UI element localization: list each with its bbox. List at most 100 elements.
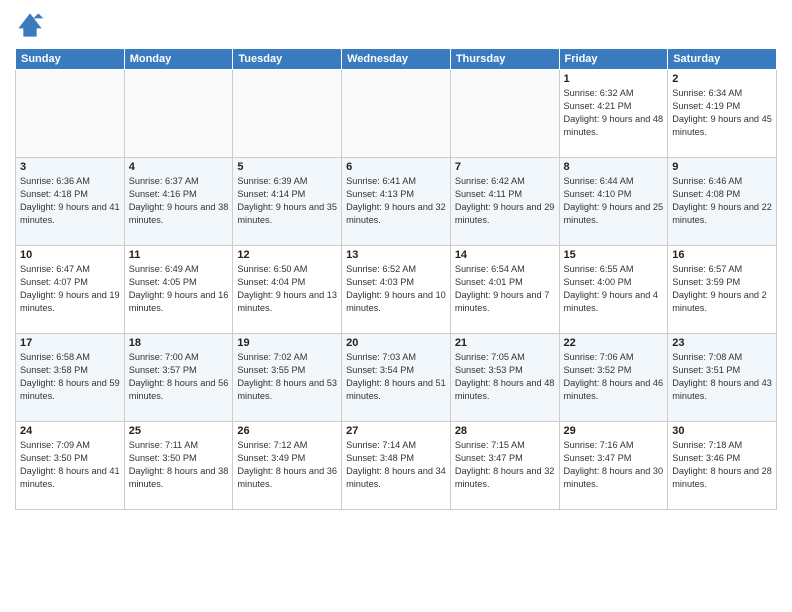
day-info: Sunrise: 7:03 AM Sunset: 3:54 PM Dayligh… — [346, 351, 446, 403]
day-number: 1 — [564, 73, 664, 85]
day-info: Sunrise: 7:05 AM Sunset: 3:53 PM Dayligh… — [455, 351, 555, 403]
week-row-3: 10 Sunrise: 6:47 AM Sunset: 4:07 PM Dayli… — [16, 246, 777, 334]
day-info: Sunrise: 6:37 AM Sunset: 4:16 PM Dayligh… — [129, 175, 229, 227]
weekday-wednesday: Wednesday — [342, 49, 451, 70]
calendar-cell: 18 Sunrise: 7:00 AM Sunset: 3:57 PM Dayli… — [124, 334, 233, 422]
calendar-cell: 27 Sunrise: 7:14 AM Sunset: 3:48 PM Dayli… — [342, 422, 451, 510]
day-number: 26 — [237, 425, 337, 437]
day-number: 8 — [564, 161, 664, 173]
weekday-header-row: SundayMondayTuesdayWednesdayThursdayFrid… — [16, 49, 777, 70]
day-info: Sunrise: 7:18 AM Sunset: 3:46 PM Dayligh… — [672, 439, 772, 491]
day-info: Sunrise: 6:46 AM Sunset: 4:08 PM Dayligh… — [672, 175, 772, 227]
calendar-cell: 9 Sunrise: 6:46 AM Sunset: 4:08 PM Daylig… — [668, 158, 777, 246]
day-info: Sunrise: 7:12 AM Sunset: 3:49 PM Dayligh… — [237, 439, 337, 491]
day-number: 21 — [455, 337, 555, 349]
calendar-cell — [342, 70, 451, 158]
day-number: 11 — [129, 249, 229, 261]
day-number: 15 — [564, 249, 664, 261]
day-number: 16 — [672, 249, 772, 261]
day-number: 18 — [129, 337, 229, 349]
calendar-cell: 20 Sunrise: 7:03 AM Sunset: 3:54 PM Dayli… — [342, 334, 451, 422]
calendar-cell: 19Sunrise: 7:02 AM Sunset: 3:55 PM Dayli… — [233, 334, 342, 422]
day-info: Sunrise: 6:36 AM Sunset: 4:18 PM Dayligh… — [20, 175, 120, 227]
calendar-cell: 5 Sunrise: 6:39 AM Sunset: 4:14 PM Daylig… — [233, 158, 342, 246]
calendar-cell: 16 Sunrise: 6:57 AM Sunset: 3:59 PM Dayli… — [668, 246, 777, 334]
day-number: 3 — [20, 161, 120, 173]
weekday-tuesday: Tuesday — [233, 49, 342, 70]
week-row-2: 3 Sunrise: 6:36 AM Sunset: 4:18 PM Daylig… — [16, 158, 777, 246]
day-number: 29 — [564, 425, 664, 437]
day-info: Sunrise: 6:39 AM Sunset: 4:14 PM Dayligh… — [237, 175, 337, 227]
day-info: Sunrise: 7:09 AM Sunset: 3:50 PM Dayligh… — [20, 439, 120, 491]
logo — [15, 10, 49, 40]
calendar-cell: 8 Sunrise: 6:44 AM Sunset: 4:10 PM Daylig… — [559, 158, 668, 246]
day-info: Sunrise: 6:42 AM Sunset: 4:11 PM Dayligh… — [455, 175, 555, 227]
day-number: 4 — [129, 161, 229, 173]
day-number: 27 — [346, 425, 446, 437]
day-info: Sunrise: 7:14 AM Sunset: 3:48 PM Dayligh… — [346, 439, 446, 491]
day-number: 23 — [672, 337, 772, 349]
calendar-cell: 22 Sunrise: 7:06 AM Sunset: 3:52 PM Dayli… — [559, 334, 668, 422]
day-number: 19 — [237, 337, 337, 349]
week-row-1: 1 Sunrise: 6:32 AM Sunset: 4:21 PM Daylig… — [16, 70, 777, 158]
calendar-cell: 1 Sunrise: 6:32 AM Sunset: 4:21 PM Daylig… — [559, 70, 668, 158]
day-info: Sunrise: 6:32 AM Sunset: 4:21 PM Dayligh… — [564, 87, 664, 139]
day-number: 10 — [20, 249, 120, 261]
calendar-cell — [450, 70, 559, 158]
day-info: Sunrise: 7:06 AM Sunset: 3:52 PM Dayligh… — [564, 351, 664, 403]
calendar-cell: 17 Sunrise: 6:58 AM Sunset: 3:58 PM Dayli… — [16, 334, 125, 422]
day-number: 9 — [672, 161, 772, 173]
calendar-cell: 30 Sunrise: 7:18 AM Sunset: 3:46 PM Dayli… — [668, 422, 777, 510]
weekday-monday: Monday — [124, 49, 233, 70]
calendar-cell: 25 Sunrise: 7:11 AM Sunset: 3:50 PM Dayli… — [124, 422, 233, 510]
day-info: Sunrise: 6:54 AM Sunset: 4:01 PM Dayligh… — [455, 263, 555, 315]
day-info: Sunrise: 6:58 AM Sunset: 3:58 PM Dayligh… — [20, 351, 120, 403]
day-number: 14 — [455, 249, 555, 261]
day-info: Sunrise: 7:08 AM Sunset: 3:51 PM Dayligh… — [672, 351, 772, 403]
calendar-cell: 6 Sunrise: 6:41 AM Sunset: 4:13 PM Daylig… — [342, 158, 451, 246]
calendar-cell: 11Sunrise: 6:49 AM Sunset: 4:05 PM Dayli… — [124, 246, 233, 334]
day-info: Sunrise: 6:34 AM Sunset: 4:19 PM Dayligh… — [672, 87, 772, 139]
calendar-cell: 14 Sunrise: 6:54 AM Sunset: 4:01 PM Dayli… — [450, 246, 559, 334]
logo-icon — [15, 10, 45, 40]
day-number: 6 — [346, 161, 446, 173]
day-info: Sunrise: 7:00 AM Sunset: 3:57 PM Dayligh… — [129, 351, 229, 403]
week-row-5: 24 Sunrise: 7:09 AM Sunset: 3:50 PM Dayli… — [16, 422, 777, 510]
calendar-cell: 7 Sunrise: 6:42 AM Sunset: 4:11 PM Daylig… — [450, 158, 559, 246]
day-number: 2 — [672, 73, 772, 85]
day-info: Sunrise: 6:41 AM Sunset: 4:13 PM Dayligh… — [346, 175, 446, 227]
header — [15, 10, 777, 40]
day-number: 7 — [455, 161, 555, 173]
weekday-friday: Friday — [559, 49, 668, 70]
day-info: Sunrise: 7:16 AM Sunset: 3:47 PM Dayligh… — [564, 439, 664, 491]
day-info: Sunrise: 7:11 AM Sunset: 3:50 PM Dayligh… — [129, 439, 229, 491]
calendar-cell: 15 Sunrise: 6:55 AM Sunset: 4:00 PM Dayli… — [559, 246, 668, 334]
day-number: 25 — [129, 425, 229, 437]
calendar-cell: 21 Sunrise: 7:05 AM Sunset: 3:53 PM Dayli… — [450, 334, 559, 422]
calendar-cell: 13 Sunrise: 6:52 AM Sunset: 4:03 PM Dayli… — [342, 246, 451, 334]
day-info: Sunrise: 6:52 AM Sunset: 4:03 PM Dayligh… — [346, 263, 446, 315]
day-number: 30 — [672, 425, 772, 437]
day-info: Sunrise: 6:47 AM Sunset: 4:07 PM Dayligh… — [20, 263, 120, 315]
calendar-cell: 12Sunrise: 6:50 AM Sunset: 4:04 PM Dayli… — [233, 246, 342, 334]
day-number: 13 — [346, 249, 446, 261]
day-info: Sunrise: 6:55 AM Sunset: 4:00 PM Dayligh… — [564, 263, 664, 315]
page: SundayMondayTuesdayWednesdayThursdayFrid… — [0, 0, 792, 612]
calendar-cell: 28Sunrise: 7:15 AM Sunset: 3:47 PM Dayli… — [450, 422, 559, 510]
day-number: 17 — [20, 337, 120, 349]
calendar-cell: 24 Sunrise: 7:09 AM Sunset: 3:50 PM Dayli… — [16, 422, 125, 510]
day-number: 20 — [346, 337, 446, 349]
day-number: 22 — [564, 337, 664, 349]
day-info: Sunrise: 6:44 AM Sunset: 4:10 PM Dayligh… — [564, 175, 664, 227]
calendar-cell: 10 Sunrise: 6:47 AM Sunset: 4:07 PM Dayli… — [16, 246, 125, 334]
calendar-cell: 2 Sunrise: 6:34 AM Sunset: 4:19 PM Daylig… — [668, 70, 777, 158]
calendar-cell: 26 Sunrise: 7:12 AM Sunset: 3:49 PM Dayli… — [233, 422, 342, 510]
calendar-cell — [233, 70, 342, 158]
day-number: 5 — [237, 161, 337, 173]
weekday-thursday: Thursday — [450, 49, 559, 70]
calendar-cell — [16, 70, 125, 158]
calendar-cell: 23 Sunrise: 7:08 AM Sunset: 3:51 PM Dayli… — [668, 334, 777, 422]
day-number: 24 — [20, 425, 120, 437]
day-info: Sunrise: 6:57 AM Sunset: 3:59 PM Dayligh… — [672, 263, 772, 315]
calendar-cell: 4 Sunrise: 6:37 AM Sunset: 4:16 PM Daylig… — [124, 158, 233, 246]
